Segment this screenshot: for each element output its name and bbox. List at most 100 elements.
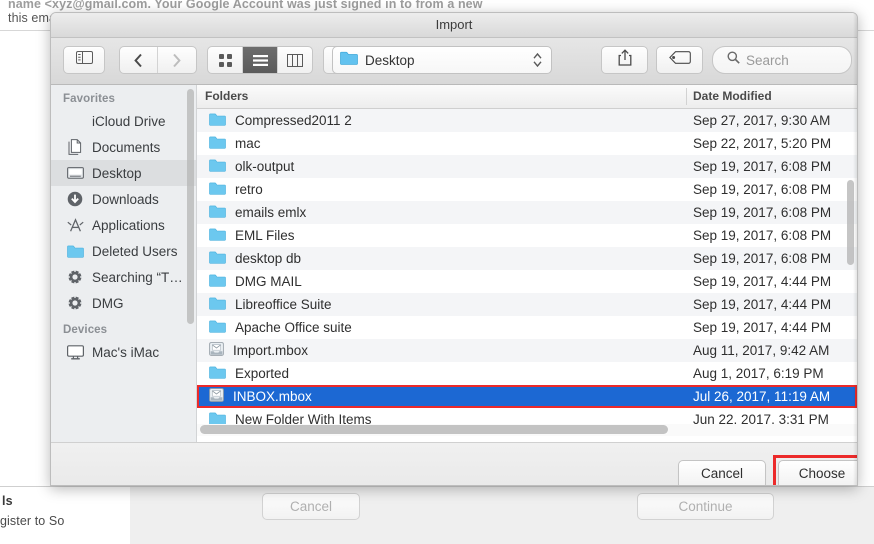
column-view-icon bbox=[287, 53, 303, 67]
sidebar-item-deleted-users[interactable]: Deleted Users bbox=[51, 238, 196, 264]
file-date-cell: Sep 19, 2017, 6:08 PM bbox=[693, 205, 832, 220]
choose-button[interactable]: Choose bbox=[778, 460, 857, 485]
table-row[interactable]: INBOX.mbox Jul 26, 2017, 11:19 AM bbox=[197, 385, 857, 408]
sidebar-item-desktop[interactable]: Desktop bbox=[51, 160, 196, 186]
location-label: Desktop bbox=[365, 52, 415, 68]
folder-icon bbox=[209, 136, 226, 152]
column-divider[interactable] bbox=[686, 88, 687, 105]
folder-icon bbox=[209, 297, 226, 313]
background-email-line-1: name <xyz@gmail.com. Your Google Account… bbox=[8, 0, 483, 11]
location-popup-button[interactable]: Desktop bbox=[332, 46, 552, 74]
sidebar-item-applications[interactable]: Applications bbox=[51, 212, 196, 238]
table-row[interactable]: mac Sep 22, 2017, 5:20 PM bbox=[197, 132, 857, 155]
table-row[interactable]: Libreoffice Suite Sep 19, 2017, 4:44 PM bbox=[197, 293, 857, 316]
table-row[interactable]: Import.mbox Aug 11, 2017, 9:42 AM bbox=[197, 339, 857, 362]
file-name-cell: Exported bbox=[209, 366, 289, 382]
navigation-segment bbox=[119, 46, 197, 74]
folder-icon bbox=[209, 366, 226, 382]
import-dialog: Import Desktop Search Favorites iCloud D… bbox=[50, 12, 858, 486]
dialog-body: Favorites iCloud Drive Documents Desktop Dow… bbox=[51, 85, 857, 442]
file-date-cell: Sep 19, 2017, 4:44 PM bbox=[693, 274, 832, 289]
list-view-button[interactable] bbox=[243, 47, 277, 73]
table-row[interactable]: Apache Office suite Sep 19, 2017, 4:44 PM bbox=[197, 316, 857, 339]
file-date-cell: Aug 11, 2017, 9:42 AM bbox=[693, 343, 830, 358]
background-continue-button[interactable]: Continue bbox=[637, 493, 774, 520]
table-row[interactable]: Exported Aug 1, 2017, 6:19 PM bbox=[197, 362, 857, 385]
column-header-date-modified[interactable]: Date Modified bbox=[693, 89, 772, 103]
grid-view-icon bbox=[218, 53, 232, 67]
forward-button[interactable] bbox=[158, 47, 195, 73]
file-name-label: emails emlx bbox=[235, 205, 307, 220]
file-name-label: Libreoffice Suite bbox=[235, 297, 332, 312]
search-icon bbox=[727, 51, 740, 69]
file-name-cell: DMG MAIL bbox=[209, 274, 302, 290]
search-field[interactable]: Search bbox=[712, 46, 852, 74]
sidebar-scrollbar[interactable] bbox=[187, 89, 194, 324]
sidebar-item-label: Mac's iMac bbox=[92, 344, 160, 360]
sidebar-item-documents[interactable]: Documents bbox=[51, 134, 196, 160]
table-row[interactable]: emails emlx Sep 19, 2017, 6:08 PM bbox=[197, 201, 857, 224]
table-row[interactable]: desktop db Sep 19, 2017, 6:08 PM bbox=[197, 247, 857, 270]
mbox-icon bbox=[209, 388, 224, 405]
folder-icon bbox=[209, 228, 226, 244]
applications-icon bbox=[65, 217, 85, 233]
table-row[interactable]: retro Sep 19, 2017, 6:08 PM bbox=[197, 178, 857, 201]
back-button[interactable] bbox=[120, 47, 157, 73]
search-placeholder: Search bbox=[746, 52, 789, 68]
background-cancel-button[interactable]: Cancel bbox=[262, 493, 360, 520]
sidebar-item-icloud-drive[interactable]: iCloud Drive bbox=[51, 108, 196, 134]
file-date-cell: Jul 26, 2017, 11:19 AM bbox=[693, 389, 831, 404]
dialog-titlebar[interactable]: Import bbox=[51, 13, 857, 38]
dialog-right-edge-shadow bbox=[853, 13, 857, 485]
file-list: Folders Date Modified Compressed2011 2 Se… bbox=[197, 85, 857, 442]
file-name-cell: desktop db bbox=[209, 251, 301, 267]
file-name-cell: Apache Office suite bbox=[209, 320, 352, 336]
dialog-footer: Cancel Choose bbox=[51, 442, 857, 485]
sidebar-item-label: iCloud Drive bbox=[92, 113, 166, 129]
file-date-cell: Sep 19, 2017, 6:08 PM bbox=[693, 159, 832, 174]
sidebar-group-title: Favorites bbox=[63, 93, 116, 105]
gear-icon bbox=[65, 295, 85, 311]
table-row[interactable]: Compressed2011 2 Sep 27, 2017, 9:30 AM bbox=[197, 109, 857, 132]
folder-icon bbox=[209, 251, 226, 267]
icon-view-button[interactable] bbox=[208, 47, 242, 73]
file-name-label: INBOX.mbox bbox=[233, 389, 312, 404]
column-header-folders[interactable]: Folders bbox=[205, 89, 248, 103]
table-row[interactable]: olk-output Sep 19, 2017, 6:08 PM bbox=[197, 155, 857, 178]
file-name-label: desktop db bbox=[235, 251, 302, 266]
table-row[interactable]: DMG MAIL Sep 19, 2017, 4:44 PM bbox=[197, 270, 857, 293]
sidebar-item-label: DMG bbox=[92, 295, 124, 311]
file-name-cell: Import.mbox bbox=[209, 342, 308, 359]
sidebar-item-mac-s-imac[interactable]: Mac's iMac bbox=[51, 339, 196, 365]
sidebar-item-label: Documents bbox=[92, 139, 161, 155]
cancel-button[interactable]: Cancel bbox=[678, 460, 766, 485]
sidebar-item-dmg[interactable]: DMG bbox=[51, 290, 196, 316]
file-name-label: Exported bbox=[235, 366, 290, 381]
chevron-right-icon bbox=[173, 53, 181, 67]
sidebar-item-searching-t[interactable]: Searching “T… bbox=[51, 264, 196, 290]
tag-button[interactable] bbox=[656, 46, 703, 74]
column-view-button[interactable] bbox=[278, 47, 312, 73]
finder-toolbar: Desktop Search bbox=[51, 38, 857, 85]
gear-icon bbox=[65, 269, 85, 285]
sidebar-toggle-button[interactable] bbox=[63, 46, 105, 74]
sidebar-item-label: Applications bbox=[92, 217, 165, 233]
file-list-horizontal-scrollbar[interactable] bbox=[200, 425, 668, 434]
sidebar-group-title: Devices bbox=[63, 324, 108, 336]
stepper-icon[interactable] bbox=[532, 51, 543, 74]
sidebar-item-downloads[interactable]: Downloads bbox=[51, 186, 196, 212]
folder-icon bbox=[209, 320, 226, 336]
list-view-icon bbox=[252, 54, 268, 66]
chevron-left-icon bbox=[134, 53, 142, 67]
tag-icon bbox=[668, 51, 691, 69]
mbox-icon bbox=[209, 342, 224, 359]
share-button[interactable] bbox=[601, 46, 648, 74]
icloud-icon bbox=[65, 115, 85, 127]
file-date-cell: Sep 27, 2017, 9:30 AM bbox=[693, 113, 831, 128]
sidebar-groups: Favorites iCloud Drive Documents Desktop Dow… bbox=[51, 85, 196, 365]
sidebar: Favorites iCloud Drive Documents Desktop Dow… bbox=[51, 85, 197, 442]
file-name-cell: retro bbox=[209, 182, 263, 198]
file-date-cell: Sep 19, 2017, 6:08 PM bbox=[693, 228, 832, 243]
folder-icon bbox=[209, 182, 226, 198]
table-row[interactable]: EML Files Sep 19, 2017, 6:08 PM bbox=[197, 224, 857, 247]
